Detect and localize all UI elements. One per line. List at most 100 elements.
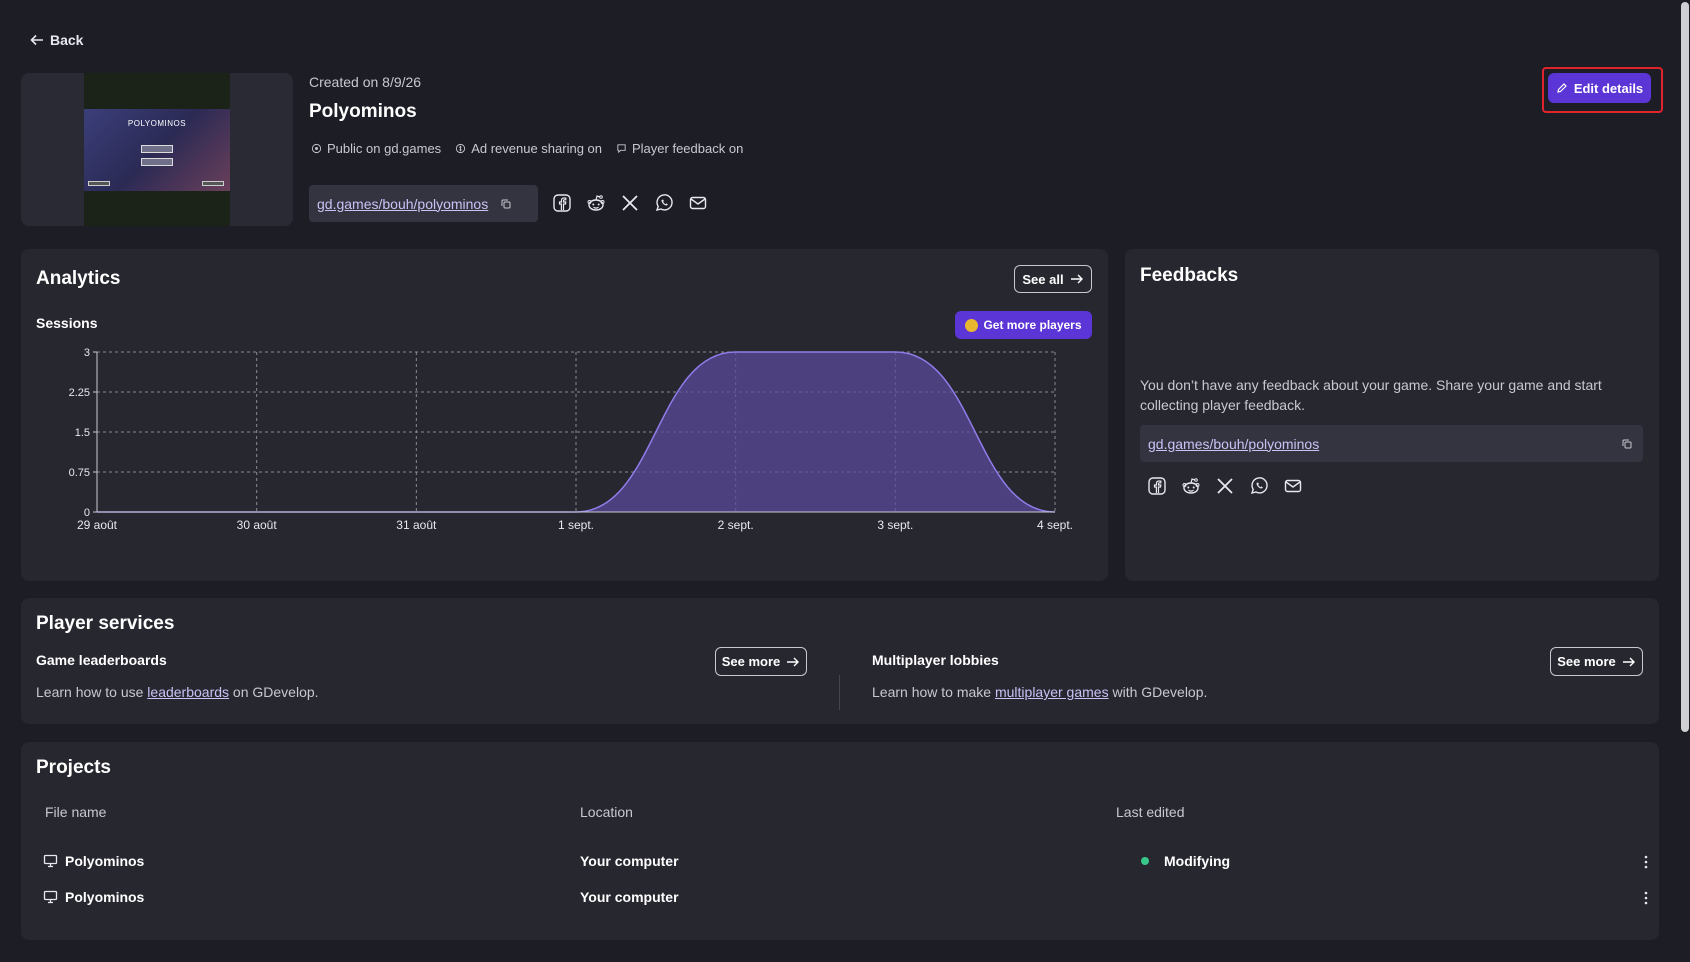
thumbnail-game-screen: POLYOMINOS [84,109,230,191]
thumbnail-small-button [202,181,224,186]
feedbacks-share-buttons [1147,476,1303,496]
sessions-chart: 00.751.52.25329 août 30 août 31 août 1 sept… [69,347,1073,532]
reddit-icon[interactable] [586,193,606,213]
thumbnail-small-button [88,181,110,186]
analytics-card: Analytics See all Sessions Get more play… [21,249,1108,581]
whatsapp-icon[interactable] [654,193,674,213]
leaderboards-link[interactable]: leaderboards [147,684,229,700]
chart-x-tick-label: 29 août [77,518,118,532]
game-link-box: gd.games/bouh/polyominos [309,185,538,222]
feedbacks-link[interactable]: gd.games/bouh/polyominos [1148,436,1319,452]
game-dashboard: Back POLYOMINOS Created on 8/9/26 Polyom… [0,0,1680,962]
game-link[interactable]: gd.games/bouh/polyominos [317,196,488,212]
feedbacks-empty-text: You don’t have any feedback about your g… [1140,377,1602,413]
facebook-icon[interactable] [552,193,572,213]
mail-icon[interactable] [1283,476,1303,496]
chart-y-tick-label: 3 [84,347,90,359]
game-thumbnail[interactable]: POLYOMINOS [21,73,293,226]
multiplayer-games-link[interactable]: multiplayer games [995,684,1109,700]
feedbacks-title: Feedbacks [1140,265,1239,286]
reddit-icon[interactable] [1181,476,1201,496]
dollar-icon [456,143,466,154]
arrow-right-icon [787,657,800,666]
flag-public: Public on gd.games [311,141,441,156]
flag-public-label: Public on gd.games [327,141,442,156]
projects-card: Projects File name Location Last edited … [21,742,1659,940]
chart-x-tick-label: 1 sept. [558,518,594,532]
leaderboards-text-pre: Learn how to use [36,684,148,700]
scrollbar-thumb[interactable] [1681,2,1689,732]
whatsapp-icon[interactable] [1249,476,1269,496]
chart-x-tick-label: 2 sept. [718,518,754,532]
target-icon [311,143,322,154]
project-location: Your computer [580,853,679,869]
flag-feedback: Player feedback on [616,141,743,156]
back-button[interactable]: Back [30,32,83,48]
project-name: Polyominos [65,889,145,905]
copy-icon[interactable] [1621,438,1633,450]
leaderboards-text-post: on GDevelop. [229,684,319,700]
column-header-file-name[interactable]: File name [45,804,106,820]
thumbnail-title: POLYOMINOS [127,119,187,128]
player-services-card: Player services Game leaderboards Learn … [21,598,1659,724]
x-icon[interactable] [1215,476,1235,496]
x-icon[interactable] [620,193,640,213]
lobbies-title: Multiplayer lobbies [872,652,999,668]
column-header-location[interactable]: Location [580,804,633,820]
edit-details-button[interactable]: Edit details [1548,73,1651,103]
scrollbar-track[interactable] [1680,0,1690,962]
chart-x-tick-label: 3 sept. [877,518,913,532]
game-flags: Public on gd.games Ad revenue sharing on… [311,141,743,156]
chart-x-tick-label: 4 sept. [1037,518,1073,532]
facebook-icon[interactable] [1147,476,1167,496]
chart-y-tick-label: 2.25 [69,387,90,399]
created-date: Created on 8/9/26 [309,74,422,90]
flag-ad-revenue-label: Ad revenue sharing on [471,141,602,156]
computer-icon [43,854,58,868]
chart-y-tick-label: 1.5 [75,427,90,439]
project-row[interactable]: Polyominos Your computer Modifying [43,849,1648,877]
feedbacks-link-box: gd.games/bouh/polyominos [1140,425,1643,462]
thumbnail-menu-button [141,158,173,166]
lobbies-see-more-button[interactable]: See more [1550,647,1643,676]
game-title: Polyominos [309,101,417,122]
column-header-last-edited[interactable]: Last edited [1116,804,1185,820]
see-more-label: See more [721,654,781,669]
computer-icon [43,890,58,904]
chart-y-tick-label: 0.75 [69,467,90,479]
lobbies-text: Learn how to make multiplayer games with… [872,684,1207,700]
flag-feedback-label: Player feedback on [632,141,744,156]
leaderboards-text: Learn how to use leaderboards on GDevelo… [36,684,319,700]
player-services-title: Player services [36,613,175,634]
project-name: Polyominos [65,853,145,869]
feedbacks-card: Feedbacks You don’t have any feedback ab… [1125,249,1659,581]
project-row[interactable]: Polyominos Your computer [43,885,1648,913]
chat-icon [617,144,626,154]
services-divider [839,675,840,710]
lobbies-text-pre: Learn how to make [872,684,995,700]
chart-x-tick-label: 30 août [237,518,278,532]
leaderboards-title: Game leaderboards [36,652,167,668]
copy-icon[interactable] [500,198,512,210]
project-status: Modifying [1141,853,1230,869]
back-label: Back [50,32,84,48]
thumbnail-menu-button [141,145,173,153]
mail-icon[interactable] [688,193,708,213]
arrow-left-icon [30,34,43,46]
arrow-right-icon [1622,657,1635,666]
flag-ad-revenue: Ad revenue sharing on [455,141,602,156]
project-name-cell: Polyominos [43,889,144,905]
more-vertical-icon[interactable] [1639,854,1653,870]
project-name-cell: Polyominos [43,853,144,869]
pencil-icon [1557,83,1567,93]
more-vertical-icon[interactable] [1639,890,1653,906]
share-buttons [552,193,708,213]
leaderboards-see-more-button[interactable]: See more [715,647,807,676]
see-more-label: See more [1557,654,1616,669]
edit-details-label: Edit details [1573,80,1644,96]
status-dot [1141,857,1149,865]
project-status-label: Modifying [1164,853,1231,869]
thumbnail-image: POLYOMINOS [84,73,230,226]
project-location: Your computer [580,889,679,905]
chart-x-tick-label: 31 août [396,518,437,532]
